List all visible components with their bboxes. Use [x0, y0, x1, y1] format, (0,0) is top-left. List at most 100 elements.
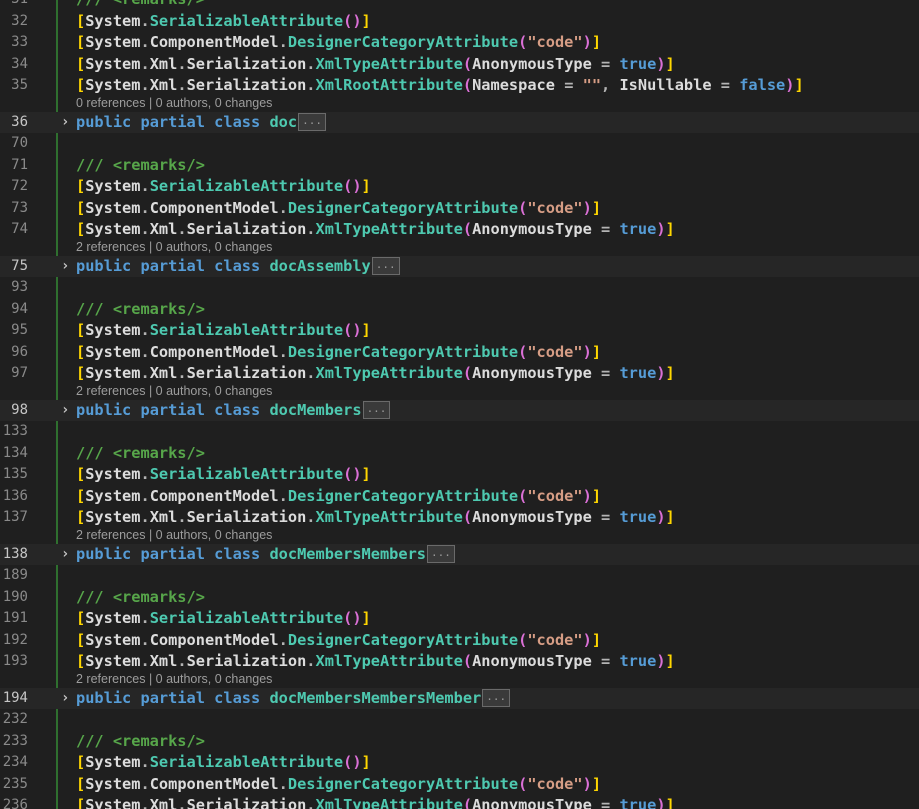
class-name: doc: [269, 112, 298, 131]
codelens-references[interactable]: 0 references | 0 authors, 0 changes: [76, 96, 272, 110]
code-line[interactable]: 190 /// <remarks/>: [0, 587, 919, 608]
code-line[interactable]: 137 [System.Xml.Serialization.XmlTypeAttr…: [0, 507, 919, 528]
code-line[interactable]: 94 /// <remarks/>: [0, 299, 919, 320]
keyword: partial: [140, 400, 205, 419]
line-number: 233: [2, 732, 28, 749]
code-line[interactable]: 232: [0, 709, 919, 730]
chevron-right-icon[interactable]: ›: [61, 690, 69, 706]
code-text: /// <remarks/>: [76, 155, 205, 176]
attribute-type: XmlTypeAttribute: [315, 796, 463, 809]
collapsed-region-button[interactable]: ...: [298, 113, 326, 131]
xml-doc-comment: /// <remarks/>: [76, 731, 205, 750]
codelens-references[interactable]: 2 references | 0 authors, 0 changes: [76, 672, 272, 686]
code-line[interactable]: 191 [System.SerializableAttribute()]: [0, 608, 919, 629]
code-line[interactable]: 32 [System.SerializableAttribute()]: [0, 11, 919, 32]
collapsed-region-button[interactable]: ...: [427, 545, 455, 563]
code-line[interactable]: 72 [System.SerializableAttribute()]: [0, 176, 919, 197]
keyword: class: [214, 544, 261, 563]
code-text: [System.SerializableAttribute()]: [76, 609, 371, 627]
string-literal: "code": [527, 33, 583, 51]
code-line[interactable]: 33 [System.ComponentModel.DesignerCategor…: [0, 32, 919, 53]
attribute-type: DesignerCategoryAttribute: [287, 33, 519, 51]
class-declaration-line[interactable]: 36 › public partial class doc...: [0, 111, 919, 133]
class-declaration-line[interactable]: 98 › public partial class docMembers...: [0, 399, 919, 421]
code-line[interactable]: 193 [System.Xml.Serialization.XmlTypeAttr…: [0, 651, 919, 672]
chevron-right-icon[interactable]: ›: [61, 258, 69, 274]
code-line[interactable]: 70: [0, 133, 919, 154]
code-text: [System.Xml.Serialization.XmlTypeAttribu…: [76, 364, 675, 382]
xml-doc-comment: /// <remarks/>: [76, 587, 205, 606]
code-line[interactable]: 235 [System.ComponentModel.DesignerCatego…: [0, 774, 919, 795]
string-literal: "": [582, 76, 602, 94]
line-number: 97: [11, 365, 28, 381]
code-text: /// <remarks/>: [76, 587, 205, 608]
chevron-right-icon[interactable]: ›: [61, 402, 69, 418]
line-number: 93: [11, 279, 28, 295]
code-text: [System.SerializableAttribute()]: [76, 177, 371, 195]
code-line[interactable]: 133: [0, 421, 919, 442]
code-text: [System.SerializableAttribute()]: [76, 11, 371, 30]
code-line[interactable]: 73 [System.ComponentModel.DesignerCategor…: [0, 198, 919, 219]
codelens-references[interactable]: 2 references | 0 authors, 0 changes: [76, 384, 272, 398]
attribute-type: SerializableAttribute: [149, 465, 344, 483]
code-line[interactable]: 136 [System.ComponentModel.DesignerCatego…: [0, 486, 919, 507]
code-text: [System.SerializableAttribute()]: [76, 753, 371, 771]
attribute-type: XmlTypeAttribute: [315, 652, 463, 670]
code-line[interactable]: 95 [System.SerializableAttribute()]: [0, 320, 919, 341]
line-number: 232: [2, 711, 28, 727]
code-text: [System.Xml.Serialization.XmlTypeAttribu…: [76, 220, 675, 238]
codelens-references[interactable]: 2 references | 0 authors, 0 changes: [76, 528, 272, 542]
attribute-type: SerializableAttribute: [149, 753, 344, 771]
class-declaration-line[interactable]: 138 › public partial class docMembersMembe…: [0, 543, 919, 565]
code-line[interactable]: 134 /// <remarks/>: [0, 443, 919, 464]
code-line[interactable]: 31 /// <remarks/>: [0, 0, 919, 10]
line-number: 236: [2, 797, 28, 809]
attribute-type: SerializableAttribute: [149, 321, 344, 339]
xml-doc-comment: /// <remarks/>: [76, 299, 205, 318]
code-line[interactable]: 34 [System.Xml.Serialization.XmlTypeAttri…: [0, 54, 919, 75]
code-line[interactable]: 135 [System.SerializableAttribute()]: [0, 464, 919, 485]
xml-doc-comment: /// <remarks/>: [76, 443, 205, 462]
code-text: [System.Xml.Serialization.XmlTypeAttribu…: [76, 795, 675, 809]
keyword: class: [214, 112, 261, 131]
code-line[interactable]: 192 [System.ComponentModel.DesignerCatego…: [0, 630, 919, 651]
code-line[interactable]: 189: [0, 565, 919, 586]
keyword: class: [214, 400, 261, 419]
line-number: 194: [2, 689, 28, 706]
code-line[interactable]: 96 [System.ComponentModel.DesignerCategor…: [0, 342, 919, 363]
line-number: 133: [2, 423, 28, 439]
code-line[interactable]: 234 [System.SerializableAttribute()]: [0, 752, 919, 773]
attribute-type: SerializableAttribute: [149, 177, 344, 195]
code-line[interactable]: 35 [System.Xml.Serialization.XmlRootAttri…: [0, 75, 919, 96]
code-text: [System.ComponentModel.DesignerCategoryA…: [76, 630, 602, 649]
attribute-type: DesignerCategoryAttribute: [287, 342, 519, 361]
code-text: [System.ComponentModel.DesignerCategoryA…: [76, 486, 602, 505]
class-name: docMembersMembersMember: [269, 688, 482, 707]
line-number: 72: [11, 178, 28, 194]
collapsed-region-button[interactable]: ...: [362, 401, 391, 419]
class-declaration-line[interactable]: 194 › public partial class docMembersMembe…: [0, 687, 919, 709]
chevron-right-icon[interactable]: ›: [61, 114, 69, 130]
code-editor[interactable]: 31 /// <remarks/> 32 [System.SerializableAt…: [0, 0, 919, 809]
line-number: 31: [0, 0, 28, 10]
chevron-right-icon[interactable]: ›: [61, 546, 69, 562]
code-line[interactable]: 233 /// <remarks/>: [0, 731, 919, 752]
code-text: [System.ComponentModel.DesignerCategoryA…: [76, 342, 602, 361]
code-line[interactable]: 236 [System.Xml.Serialization.XmlTypeAttr…: [0, 795, 919, 809]
code-line[interactable]: 71 /// <remarks/>: [0, 155, 919, 176]
line-number: 33: [11, 34, 28, 50]
line-number: 137: [2, 509, 28, 525]
collapsed-region-button[interactable]: ...: [371, 257, 400, 275]
attribute-type: XmlTypeAttribute: [315, 54, 463, 73]
code-line[interactable]: 97 [System.Xml.Serialization.XmlTypeAttri…: [0, 363, 919, 384]
xml-doc-comment: /// <remarks/>: [76, 155, 205, 174]
code-line[interactable]: 74 [System.Xml.Serialization.XmlTypeAttri…: [0, 219, 919, 240]
code-text: /// <remarks/>: [76, 299, 205, 320]
line-number: 34: [11, 55, 28, 72]
collapsed-region-button[interactable]: ...: [482, 689, 511, 707]
codelens-references[interactable]: 2 references | 0 authors, 0 changes: [76, 240, 272, 254]
class-declaration-line[interactable]: 75 › public partial class docAssembly...: [0, 255, 919, 277]
line-number: 71: [11, 156, 28, 173]
class-name: docMembers: [269, 400, 362, 419]
code-line[interactable]: 93: [0, 277, 919, 298]
